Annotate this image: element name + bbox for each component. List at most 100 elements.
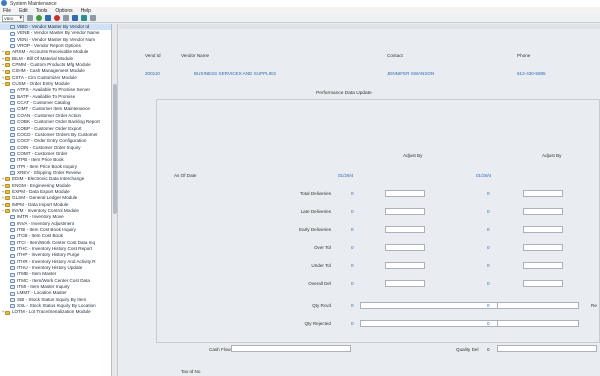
- program-icon: [10, 215, 15, 220]
- program-icon: [10, 247, 15, 252]
- folder-icon: [5, 177, 10, 182]
- perf-row-value-1: 0: [351, 227, 354, 232]
- perf-row-adjust-input-2[interactable]: [523, 280, 563, 287]
- perf-row-adjust-input-1[interactable]: [385, 244, 425, 251]
- perf-row-label: Under Tol: [311, 263, 331, 268]
- print-icon[interactable]: [81, 15, 87, 21]
- perf-row-label: Overall Del: [308, 281, 331, 286]
- menu-options[interactable]: Options: [55, 8, 72, 14]
- settings-icon[interactable]: [27, 15, 33, 21]
- toolbar: VBID: [0, 14, 600, 23]
- tools-icon[interactable]: [63, 15, 69, 21]
- module-combo[interactable]: VBID: [2, 14, 24, 22]
- qty-rejected-adjust-input-2[interactable]: [497, 320, 579, 327]
- as-of-date-1: 01/29/4: [338, 173, 354, 178]
- program-icon: [10, 152, 15, 157]
- qty-rcvd-value-1: 0: [351, 303, 354, 308]
- phone-label: Phone: [517, 53, 531, 58]
- program-icon: [10, 221, 15, 226]
- perf-row-value-2: 0: [487, 191, 490, 196]
- program-icon: [10, 37, 15, 42]
- program-icon: [10, 25, 15, 30]
- program-icon: [10, 278, 15, 283]
- performance-title: Performance Data Update: [316, 91, 372, 96]
- program-icon: [10, 291, 15, 296]
- qty-rcvd-value-2: 0: [487, 303, 490, 308]
- program-icon: [10, 158, 15, 163]
- folder-icon: [5, 50, 10, 55]
- perf-row-adjust-input-2[interactable]: [523, 190, 563, 197]
- as-of-date-2: 01/29/4: [476, 173, 492, 178]
- folder-icon: [5, 310, 10, 315]
- quality-del-value: 0: [487, 347, 490, 352]
- program-icon: [10, 145, 15, 150]
- folder-icon: [5, 75, 10, 80]
- program-icon: [10, 31, 15, 36]
- vendor-name-value: BUSINESS SERVICES AND SUPPLIES: [194, 71, 277, 76]
- program-icon: [10, 164, 15, 169]
- perf-row-adjust-input-1[interactable]: [385, 190, 425, 197]
- tree-module-item[interactable]: + LOTM - Lot Trace/Serialization Module: [0, 309, 111, 315]
- folder-icon: [5, 183, 10, 188]
- refresh-icon[interactable]: [45, 15, 51, 21]
- folder-icon: [5, 82, 10, 87]
- program-icon: [10, 113, 15, 118]
- quality-del-label: Quality Del: [456, 347, 479, 352]
- tree-item-label: LOTM - Lot Trace/Serialization Module: [12, 309, 91, 315]
- perf-row-adjust-input-2[interactable]: [523, 262, 563, 269]
- folder-icon: [5, 209, 10, 214]
- app-logo-icon: [1, 0, 7, 6]
- phone-value: 612-430-5885: [517, 71, 546, 76]
- contact-label: Contact: [387, 53, 403, 58]
- program-icon: [10, 94, 15, 99]
- folder-icon: [5, 196, 10, 201]
- menu-edit[interactable]: Edit: [19, 8, 28, 14]
- menu-tools[interactable]: Tools: [36, 8, 48, 14]
- program-icon: [10, 304, 15, 309]
- qty-rcvd-adjust-input-2[interactable]: [497, 302, 579, 309]
- go-icon[interactable]: [36, 15, 42, 21]
- qty-rejected-value-1: 0: [351, 321, 354, 326]
- program-icon: [10, 44, 15, 49]
- save-icon[interactable]: [72, 15, 78, 21]
- perf-row-value-2: 0: [487, 245, 490, 250]
- program-icon: [10, 266, 15, 271]
- help-icon[interactable]: [90, 15, 96, 21]
- perf-row-value-2: 0: [487, 263, 490, 268]
- main-panel: Vend Id Vendor Name Contact Phone 200110…: [119, 24, 600, 376]
- perf-row-label: Early Deliveries: [299, 227, 331, 232]
- perf-row-adjust-input-1[interactable]: [385, 226, 425, 233]
- perf-row-value-2: 0: [487, 209, 490, 214]
- program-icon: [10, 240, 15, 245]
- program-icon: [10, 88, 15, 93]
- perf-row-adjust-input-2[interactable]: [523, 244, 563, 251]
- stop-icon[interactable]: [54, 15, 60, 21]
- cash-flow-input[interactable]: [231, 345, 351, 352]
- program-icon: [10, 228, 15, 233]
- perf-row-label: Late Deliveries: [300, 209, 331, 214]
- program-icon: [10, 259, 15, 264]
- menu-file[interactable]: File: [3, 8, 11, 14]
- adjust-by-label-2: Adjust By: [542, 153, 562, 158]
- perf-row-value-1: 0: [351, 281, 354, 286]
- cash-flow-label: Cash Flow: [209, 347, 231, 352]
- tree-scrollbar-thumb[interactable]: [113, 84, 117, 214]
- vendor-id-value: 200110: [145, 71, 160, 76]
- module-tree: VBID - Vendor Master By Vendor Id VENB - …: [0, 24, 112, 376]
- menu-help[interactable]: Help: [81, 8, 91, 14]
- perf-row-adjust-input-1[interactable]: [385, 208, 425, 215]
- qty-rcvd-label: Qty Rcvd: [312, 303, 331, 308]
- quality-del-input[interactable]: [497, 345, 597, 352]
- perf-row-label: Total Deliveries: [299, 191, 331, 196]
- perf-row-value-1: 0: [351, 191, 354, 196]
- vendor-name-label: Vendor Name: [181, 53, 210, 58]
- folder-icon: [5, 56, 10, 61]
- perf-row-adjust-input-1[interactable]: [385, 280, 425, 287]
- perf-row-label: Over Tol: [313, 245, 331, 250]
- tree-scrollbar[interactable]: [112, 24, 118, 376]
- perf-row-adjust-input-2[interactable]: [523, 208, 563, 215]
- perf-row-adjust-input-2[interactable]: [523, 226, 563, 233]
- perf-row-adjust-input-1[interactable]: [385, 262, 425, 269]
- qty-rejected-value-2: 0: [487, 321, 490, 326]
- perf-row-value-1: 0: [351, 263, 354, 268]
